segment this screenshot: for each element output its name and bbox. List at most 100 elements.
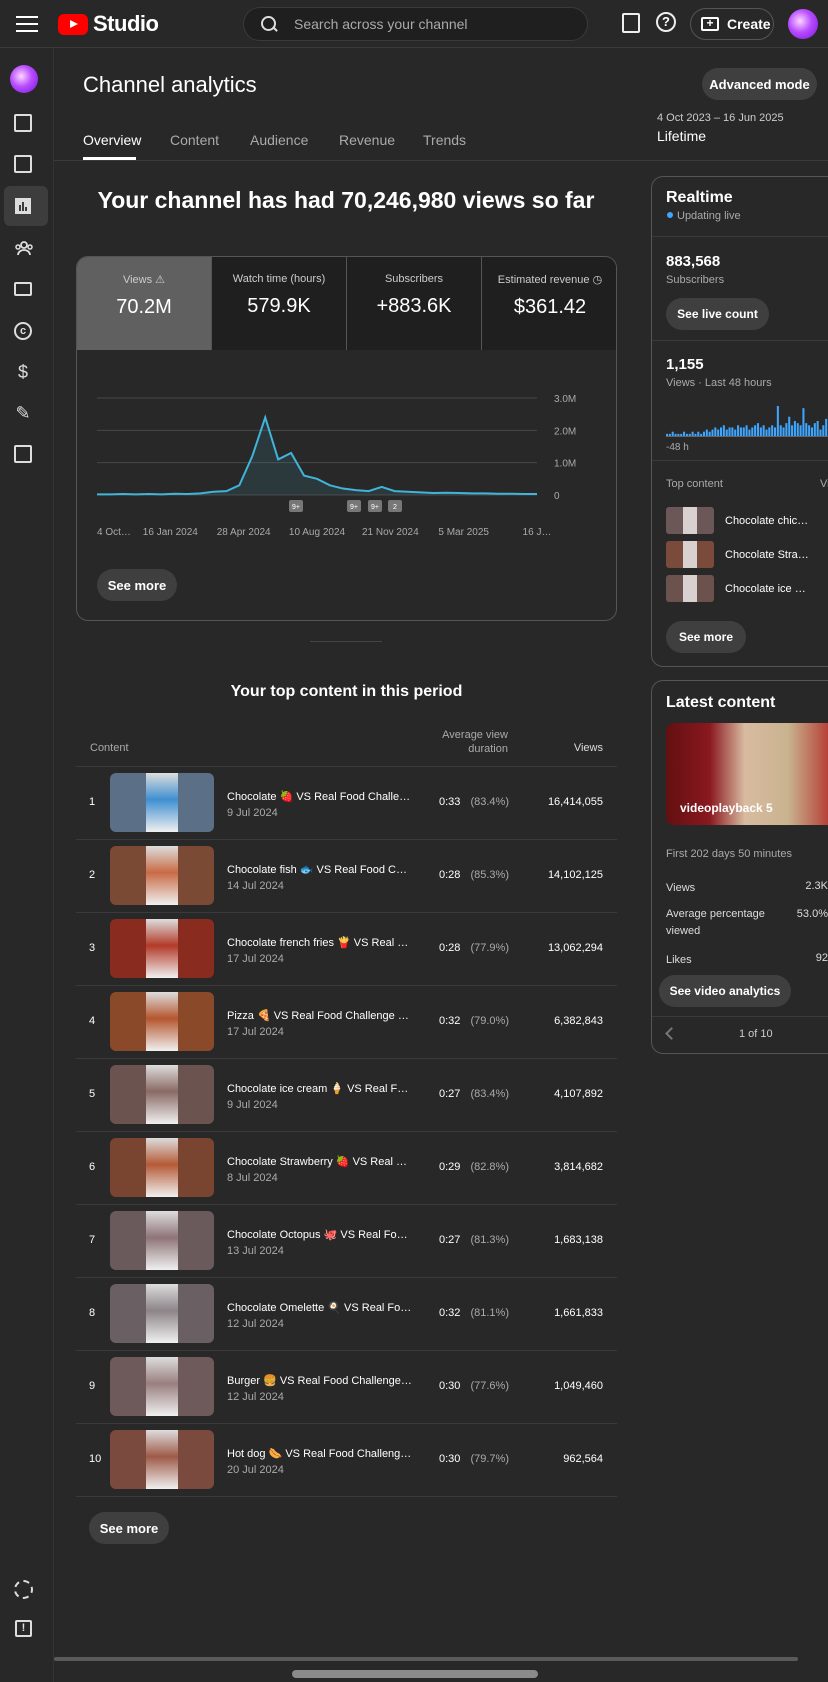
table-row[interactable]: 6 Chocolate Strawberry 🍓 VS Real F… 8 Jul … bbox=[76, 1132, 617, 1205]
chart-annotation-badge[interactable]: 9+ bbox=[289, 500, 303, 512]
dashboard-icon[interactable] bbox=[14, 114, 32, 132]
column-header-views[interactable]: Views bbox=[540, 742, 603, 754]
realtime-bar[interactable] bbox=[779, 425, 782, 436]
realtime-list-item[interactable]: Chocolate Stra… bbox=[666, 541, 826, 569]
analytics-icon[interactable] bbox=[14, 197, 32, 215]
send-feedback-icon[interactable]: ! bbox=[15, 1620, 32, 1637]
subtitles-icon[interactable] bbox=[14, 282, 32, 296]
chart-annotation-badge[interactable]: 2 bbox=[388, 500, 402, 512]
video-title[interactable]: Chocolate Octopus 🐙 VS Real Foo… bbox=[227, 1228, 412, 1241]
realtime-bar[interactable] bbox=[816, 421, 819, 436]
chart-annotation-badge[interactable]: 9+ bbox=[368, 500, 382, 512]
see-more-button[interactable]: See more bbox=[89, 1512, 169, 1544]
account-avatar[interactable] bbox=[788, 9, 818, 39]
video-title[interactable]: Pizza 🍕 VS Real Food Challenge P… bbox=[227, 1009, 412, 1022]
video-title[interactable]: Chocolate french fries 🍟 VS Real F… bbox=[227, 936, 412, 949]
video-thumbnail[interactable] bbox=[110, 992, 214, 1051]
realtime-bar[interactable] bbox=[793, 421, 796, 436]
realtime-bar[interactable] bbox=[788, 416, 791, 436]
realtime-bar[interactable] bbox=[796, 423, 799, 436]
metric-tab-revenue[interactable]: Estimated revenue ◷ $361.42 bbox=[482, 257, 616, 350]
video-title[interactable]: Chocolate 🍓 VS Real Food Challen… bbox=[227, 790, 412, 803]
table-row[interactable]: 9 Burger 🍔 VS Real Food Challenge … 12 Jul… bbox=[76, 1351, 617, 1424]
realtime-bar[interactable] bbox=[711, 429, 714, 436]
table-row[interactable]: 7 Chocolate Octopus 🐙 VS Real Foo… 13 Jul … bbox=[76, 1205, 617, 1278]
realtime-bar[interactable] bbox=[708, 431, 711, 436]
realtime-bar[interactable] bbox=[745, 425, 748, 436]
horizontal-scrollbar[interactable] bbox=[54, 1657, 798, 1661]
customization-wand-icon[interactable]: ✎ bbox=[14, 404, 32, 422]
table-row[interactable]: 8 Chocolate Omelette 🍳 VS Real Foo… 12 Jul… bbox=[76, 1278, 617, 1351]
youtube-studio-logo[interactable]: Studio bbox=[58, 11, 159, 37]
video-thumbnail[interactable] bbox=[110, 846, 214, 905]
see-more-button[interactable]: See more bbox=[666, 621, 746, 653]
realtime-bar[interactable] bbox=[671, 431, 674, 436]
realtime-bar[interactable] bbox=[700, 433, 703, 436]
video-title[interactable]: Burger 🍔 VS Real Food Challenge … bbox=[227, 1374, 412, 1387]
search-box[interactable] bbox=[243, 7, 588, 41]
realtime-bar[interactable] bbox=[734, 429, 737, 436]
video-title[interactable]: Chocolate Strawberry 🍓 VS Real F… bbox=[227, 1155, 412, 1168]
realtime-bar[interactable] bbox=[776, 406, 779, 436]
realtime-bar[interactable] bbox=[683, 431, 686, 436]
realtime-bar[interactable] bbox=[791, 425, 794, 436]
video-title[interactable]: Hot dog 🌭 VS Real Food Challenge… bbox=[227, 1447, 412, 1460]
realtime-bar[interactable] bbox=[688, 433, 691, 436]
realtime-bar[interactable] bbox=[759, 427, 762, 436]
video-thumbnail[interactable] bbox=[110, 919, 214, 978]
table-row[interactable]: 3 Chocolate french fries 🍟 VS Real F… 17 J… bbox=[76, 913, 617, 986]
metric-tab-views[interactable]: Views ⚠ 70.2M bbox=[77, 257, 212, 350]
tab-trends[interactable]: Trends bbox=[423, 132, 466, 148]
realtime-bar[interactable] bbox=[751, 427, 754, 436]
latest-video-title[interactable]: videoplayback 5 bbox=[680, 801, 773, 815]
realtime-bar[interactable] bbox=[725, 429, 728, 436]
tab-revenue[interactable]: Revenue bbox=[339, 132, 395, 148]
metric-tab-watch-time[interactable]: Watch time (hours) 579.9K bbox=[212, 257, 347, 350]
monetization-icon[interactable]: $ bbox=[14, 363, 32, 381]
video-title[interactable]: Chocolate Omelette 🍳 VS Real Foo… bbox=[227, 1301, 412, 1314]
video-thumbnail[interactable] bbox=[110, 1430, 214, 1489]
realtime-list-item[interactable]: Chocolate ice … bbox=[666, 575, 826, 603]
realtime-bar[interactable] bbox=[805, 423, 808, 436]
metric-tab-subscribers[interactable]: Subscribers +883.6K bbox=[347, 257, 482, 350]
tab-content[interactable]: Content bbox=[170, 132, 219, 148]
realtime-bar[interactable] bbox=[808, 425, 811, 436]
help-icon[interactable]: ? bbox=[656, 12, 676, 32]
video-title[interactable]: Chocolate ice cream 🍦 VS Real Fo… bbox=[227, 1082, 412, 1095]
realtime-bar[interactable] bbox=[748, 429, 751, 436]
video-thumbnail[interactable] bbox=[110, 1284, 214, 1343]
realtime-bar[interactable] bbox=[768, 427, 771, 436]
realtime-bar[interactable] bbox=[785, 423, 788, 436]
home-indicator[interactable] bbox=[292, 1670, 538, 1678]
tab-overview[interactable]: Overview bbox=[83, 132, 141, 148]
realtime-bar[interactable] bbox=[742, 427, 745, 436]
realtime-bar[interactable] bbox=[810, 427, 813, 436]
realtime-bar[interactable] bbox=[771, 425, 774, 436]
realtime-bar[interactable] bbox=[680, 433, 683, 436]
see-more-button[interactable]: See more bbox=[97, 569, 177, 601]
video-thumbnail[interactable] bbox=[110, 1211, 214, 1270]
realtime-bar[interactable] bbox=[762, 425, 765, 436]
captions-feedback-icon[interactable] bbox=[622, 13, 640, 33]
table-row[interactable]: 2 Chocolate fish 🐟 VS Real Food Ch… 14 Jul… bbox=[76, 840, 617, 913]
realtime-bar[interactable] bbox=[819, 429, 822, 436]
date-range[interactable]: 4 Oct 2023 – 16 Jun 2025 bbox=[657, 112, 784, 124]
menu-icon[interactable] bbox=[14, 12, 40, 36]
realtime-bar[interactable] bbox=[774, 427, 777, 436]
realtime-bar[interactable] bbox=[720, 427, 723, 436]
table-row[interactable]: 4 Pizza 🍕 VS Real Food Challenge P… 17 Jul… bbox=[76, 986, 617, 1059]
search-icon[interactable] bbox=[260, 15, 278, 33]
period-selector[interactable]: Lifetime bbox=[657, 128, 706, 144]
realtime-bar[interactable] bbox=[756, 423, 759, 436]
video-thumbnail[interactable] bbox=[110, 1065, 214, 1124]
realtime-bar[interactable] bbox=[754, 425, 757, 436]
advanced-mode-button[interactable]: Advanced mode bbox=[702, 68, 817, 100]
realtime-bar[interactable] bbox=[666, 433, 669, 436]
table-row[interactable]: 10 Hot dog 🌭 VS Real Food Challenge… 20 Ju… bbox=[76, 1424, 617, 1497]
realtime-bar[interactable] bbox=[697, 431, 700, 436]
realtime-bar[interactable] bbox=[825, 418, 828, 436]
video-title[interactable]: Chocolate fish 🐟 VS Real Food Ch… bbox=[227, 863, 412, 876]
see-live-count-button[interactable]: See live count bbox=[666, 298, 769, 330]
realtime-bar[interactable] bbox=[822, 425, 825, 436]
realtime-bar[interactable] bbox=[714, 427, 717, 436]
